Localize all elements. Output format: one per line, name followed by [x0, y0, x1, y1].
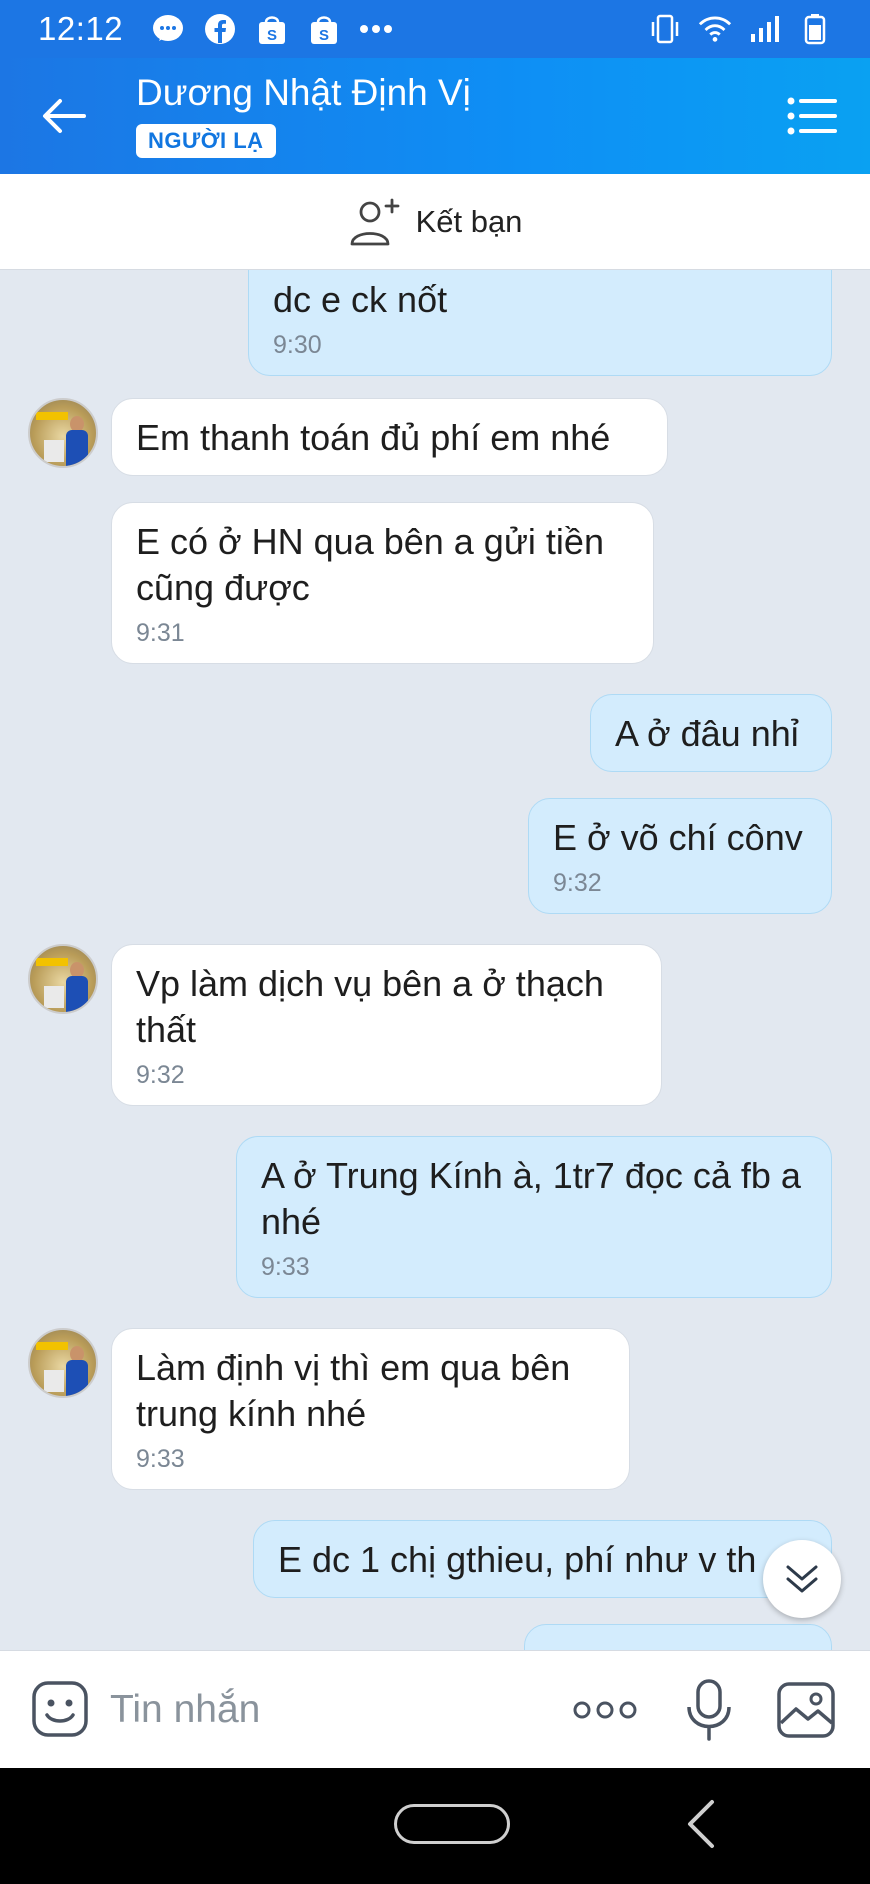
chevron-double-down-icon [786, 1565, 818, 1593]
voice-button[interactable] [684, 1677, 734, 1743]
svg-text:S: S [267, 27, 277, 44]
message-bubble[interactable]: E ở võ chí cônv 9:32 [528, 798, 832, 914]
system-back-button[interactable] [682, 1798, 722, 1850]
message-input-bar [0, 1650, 870, 1768]
image-icon [777, 1682, 835, 1738]
menu-button[interactable] [786, 90, 838, 142]
message-text: Em thanh toán đủ phí em nhé [136, 417, 611, 458]
message-bubble[interactable]: Em thanh toán đủ phí em nhé [111, 398, 668, 476]
back-chevron-icon [688, 1800, 714, 1848]
home-button[interactable] [394, 1804, 510, 1844]
scroll-to-bottom-button[interactable] [763, 1540, 841, 1618]
message-bubble[interactable]: E có ở HN qua bên a gửi tiền cũng được 9… [111, 502, 654, 664]
system-nav-bar [0, 1768, 870, 1884]
message-time: 9:30 [273, 331, 322, 359]
message-text: Vp làm dịch vụ bên a ở thạch thất [136, 963, 604, 1050]
contact-name[interactable]: Dương Nhật Định Vị [136, 72, 471, 114]
add-friend-button[interactable]: Kết bạn [348, 196, 523, 248]
vibrate-icon [648, 12, 682, 46]
avatar[interactable] [28, 398, 98, 468]
stranger-badge: NGƯỜI LẠ [136, 124, 276, 158]
message-text: dc e ck nốt [273, 279, 448, 320]
message-bubble[interactable]: Làm định vị thì em qua bên trung kính nh… [111, 1328, 630, 1490]
status-bar: 12:12 S S [0, 0, 870, 58]
message-time: 9:31 [136, 619, 185, 647]
message-list[interactable]: dc e ck nốt 9:30 Em thanh toán đủ phí em… [0, 270, 870, 1650]
add-friend-bar: Kết bạn [0, 174, 870, 270]
menu-list-icon [787, 97, 837, 135]
signal-icon [748, 12, 782, 46]
emoji-button[interactable] [30, 1679, 90, 1739]
message-input[interactable] [110, 1681, 540, 1739]
avatar[interactable] [28, 1328, 98, 1398]
more-notifications-icon [359, 12, 393, 46]
battery-icon [798, 12, 832, 46]
wifi-icon [698, 12, 732, 46]
facebook-icon [203, 12, 237, 46]
mic-icon [687, 1679, 731, 1741]
message-text: A ở đâu nhỉ [615, 713, 799, 754]
avatar[interactable] [28, 944, 98, 1014]
more-dots-icon [573, 1701, 637, 1719]
message-time: 9:33 [261, 1253, 310, 1281]
message-text: Làm định vị thì em qua bên trung kính nh… [136, 1347, 571, 1434]
shopee-icon: S [255, 12, 289, 46]
message-bubble[interactable]: E dc 1 chị gthieu, phí như v th [253, 1520, 832, 1598]
message-text: A ở Trung Kính à, 1tr7 đọc cả fb a nhé [261, 1155, 801, 1242]
shopee-icon: S [307, 12, 341, 46]
message-text: E ở võ chí cônv [553, 817, 803, 858]
message-text: E dc 1 chị gthieu, phí như v th [278, 1539, 757, 1580]
message-bubble[interactable]: Vp làm dịch vụ bên a ở thạch thất 9:32 [111, 944, 662, 1106]
add-friend-icon [350, 198, 399, 245]
status-time: 12:12 [38, 10, 124, 47]
message-bubble[interactable] [524, 1624, 832, 1650]
message-text: E có ở HN qua bên a gửi tiền cũng được [136, 521, 604, 608]
image-button[interactable] [776, 1681, 836, 1739]
message-time: 9:32 [553, 869, 602, 897]
chat-header: Dương Nhật Định Vị NGƯỜI LẠ [0, 58, 870, 174]
add-friend-label: Kết bạn [415, 203, 523, 239]
emoji-icon [32, 1681, 88, 1737]
message-bubble[interactable]: dc e ck nốt 9:30 [248, 270, 832, 376]
message-bubble[interactable]: A ở đâu nhỉ [590, 694, 832, 772]
message-time: 9:33 [136, 1445, 185, 1473]
messenger-icon [151, 12, 185, 46]
back-button[interactable] [36, 88, 92, 144]
back-arrow-icon [43, 99, 86, 133]
message-bubble[interactable]: A ở Trung Kính à, 1tr7 đọc cả fb a nhé 9… [236, 1136, 832, 1298]
message-time: 9:32 [136, 1061, 185, 1089]
more-button[interactable] [572, 1691, 638, 1729]
svg-text:S: S [319, 27, 329, 44]
